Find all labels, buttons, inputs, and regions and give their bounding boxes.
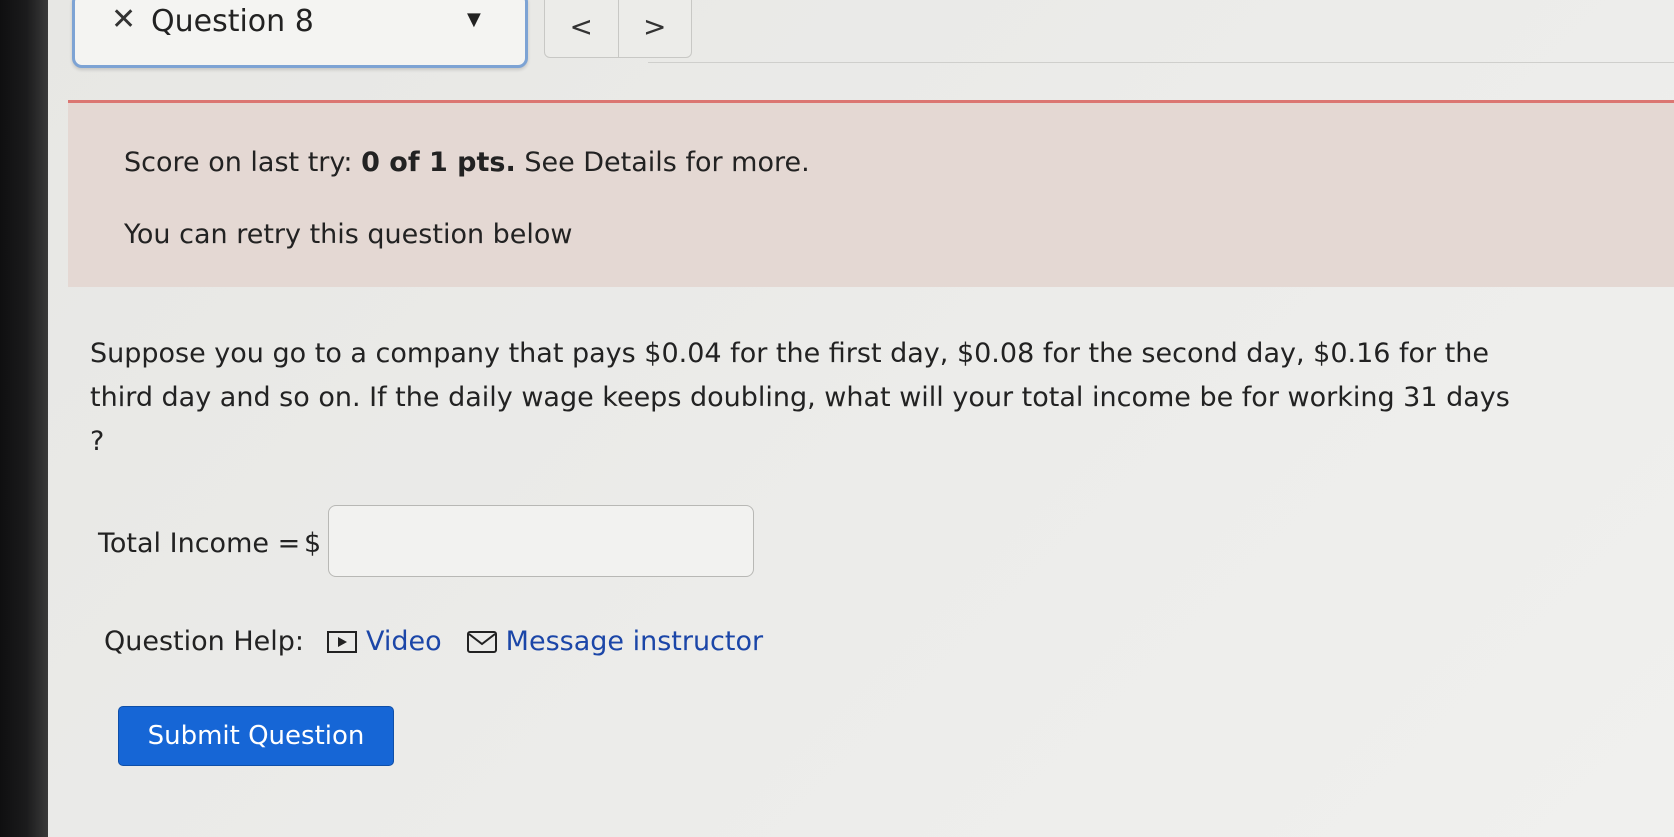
score-text: Score on last try: 0 of 1 pts. See Detai… — [124, 147, 810, 178]
question-help: Question Help: Video Message instructor — [104, 626, 787, 657]
total-income-input[interactable] — [328, 505, 754, 577]
message-instructor-link[interactable]: Message instructor — [466, 626, 763, 657]
video-help-link[interactable]: Video — [326, 626, 442, 657]
message-link-label: Message instructor — [505, 626, 764, 657]
score-value: 0 of 1 pts. — [361, 147, 516, 178]
score-alert: Score on last try: 0 of 1 pts. See Detai… — [68, 100, 1674, 287]
envelope-icon — [466, 630, 497, 653]
answer-label: Total Income = — [98, 528, 301, 559]
header-divider — [648, 62, 1674, 63]
previous-question-button[interactable]: < — [545, 0, 618, 57]
question-selector[interactable]: ✕ Question 8 ▼ — [72, 0, 528, 68]
question-text: Suppose you go to a company that pays $0… — [90, 338, 1510, 457]
retry-text: You can retry this question below — [124, 219, 573, 250]
question-pager: < > — [544, 0, 692, 58]
question-title: Question 8 — [151, 4, 314, 39]
score-prefix: Score on last try: — [124, 147, 362, 178]
currency-symbol: $ — [304, 528, 322, 559]
page: ✕ Question 8 ▼ < > Score on last try: 0 … — [48, 0, 1674, 837]
next-question-button[interactable]: > — [617, 0, 692, 57]
video-link-label: Video — [366, 626, 442, 657]
video-play-icon — [327, 630, 357, 653]
question-help-label: Question Help: — [104, 626, 304, 657]
caret-down-icon[interactable]: ▼ — [467, 9, 481, 30]
submit-question-button[interactable]: Submit Question — [118, 706, 394, 766]
screen-bezel — [0, 0, 48, 837]
chevron-right-icon: > — [643, 9, 667, 43]
close-icon[interactable]: ✕ — [111, 5, 136, 35]
score-suffix: See Details for more. — [515, 147, 810, 178]
chevron-left-icon: < — [569, 9, 593, 43]
